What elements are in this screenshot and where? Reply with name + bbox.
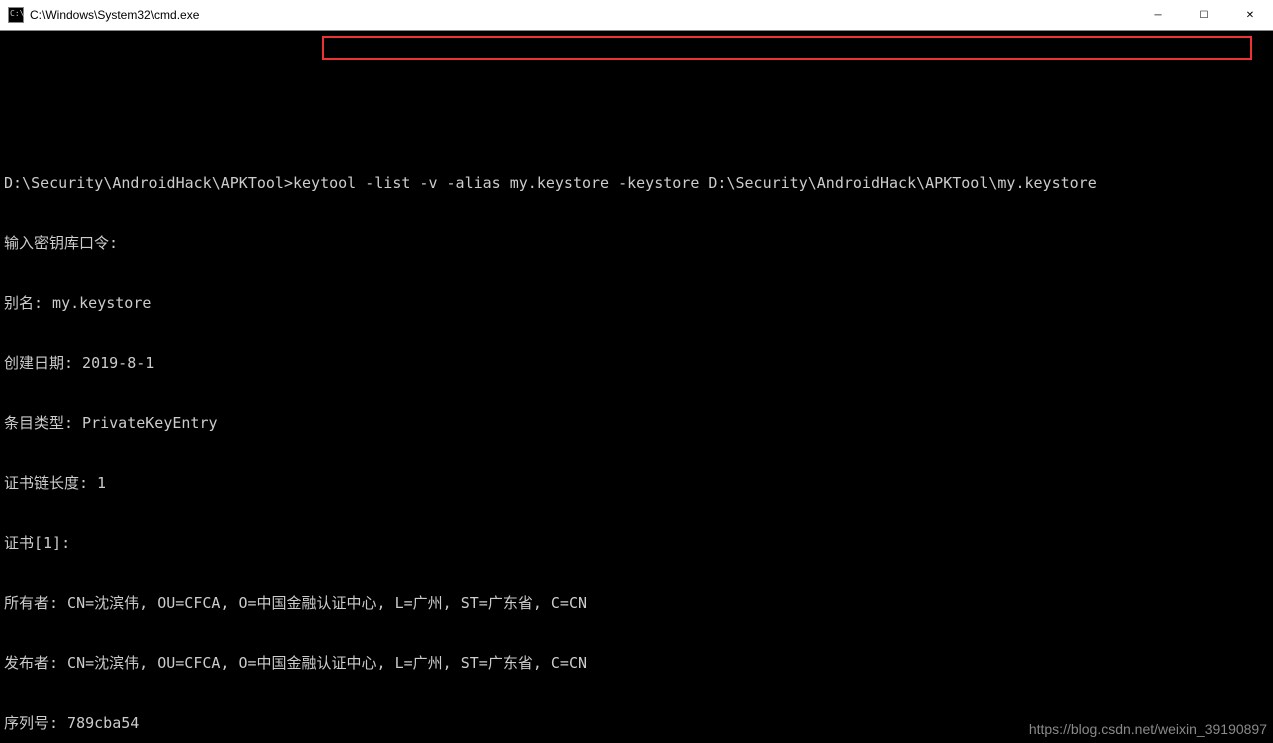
window-buttons: ─ ☐ ✕ [1135, 0, 1273, 30]
window-title: C:\Windows\System32\cmd.exe [30, 8, 1135, 22]
blank-line [4, 113, 1269, 133]
terminal-area[interactable]: D:\Security\AndroidHack\APKTool>keytool … [0, 31, 1273, 743]
output-created: 创建日期: 2019-8-1 [4, 353, 1269, 373]
output-enter-password: 输入密钥库口令: [4, 233, 1269, 253]
prompt-text: D:\Security\AndroidHack\APKTool> [4, 174, 293, 192]
window-titlebar: C:\Windows\System32\cmd.exe ─ ☐ ✕ [0, 0, 1273, 31]
output-chain-length: 证书链长度: 1 [4, 473, 1269, 493]
output-owner: 所有者: CN=沈滨伟, OU=CFCA, O=中国金融认证中心, L=广州, … [4, 593, 1269, 613]
command-text: keytool -list -v -alias my.keystore -key… [293, 174, 1097, 192]
maximize-button[interactable]: ☐ [1181, 0, 1227, 30]
close-button[interactable]: ✕ [1227, 0, 1273, 30]
highlight-box [322, 36, 1252, 60]
output-issuer: 发布者: CN=沈滨伟, OU=CFCA, O=中国金融认证中心, L=广州, … [4, 653, 1269, 673]
output-alias: 别名: my.keystore [4, 293, 1269, 313]
output-cert1: 证书[1]: [4, 533, 1269, 553]
cmd-icon [8, 7, 24, 23]
prompt-line-1: D:\Security\AndroidHack\APKTool>keytool … [4, 173, 1269, 193]
watermark-text: https://blog.csdn.net/weixin_39190897 [1029, 719, 1267, 739]
output-entry-type: 条目类型: PrivateKeyEntry [4, 413, 1269, 433]
minimize-button[interactable]: ─ [1135, 0, 1181, 30]
